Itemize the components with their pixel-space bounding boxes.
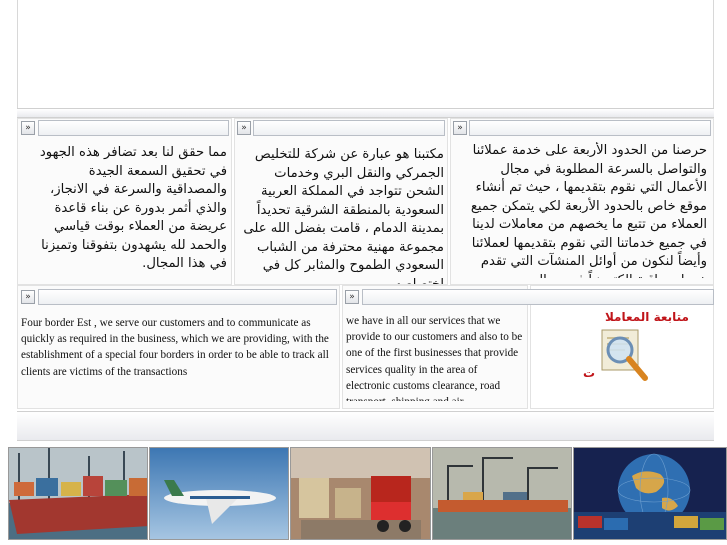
column-header-left [38,120,229,136]
english-text-middle: we have in all our services that we prov… [346,315,523,401]
lower-header-left [38,289,337,305]
tracking-title-suffix: ت [583,366,596,380]
expand-arrow-left[interactable]: » [21,121,35,135]
globe-containers-photo [573,447,727,540]
magnifier-icon [596,324,652,384]
expand-arrow-lower-middle[interactable]: » [345,290,359,304]
airplane-photo [149,447,289,540]
english-text-left: Four border Est , we serve our customers… [21,317,329,378]
warehouse-forklift-photo [290,447,431,540]
column-header-middle [253,120,445,136]
expand-arrow-right[interactable]: » [453,121,467,135]
arabic-text-right: حرصنا من الحدود الأربعة على خدمة عملائنا… [470,143,707,278]
tracking-title: متابعة المعاملا [604,310,689,324]
expand-arrow-middle[interactable]: » [237,121,251,135]
tracking-link[interactable]: متابعة المعاملا ت [540,306,710,406]
cargo-ship-photo [8,447,148,540]
lower-header-middle [362,289,714,305]
arabic-text-middle: مكتبنا هو عبارة عن شركة للتخليص الجمركي … [243,147,444,284]
bottom-band [17,411,714,441]
arabic-text-left: مما حقق لنا بعد تضافر هذه الجهود في تحقي… [39,145,227,271]
port-cranes-photo [432,447,572,540]
top-banner [17,0,714,108]
expand-arrow-lower-left[interactable]: » [21,290,35,304]
top-band [17,108,714,118]
column-header-right [469,120,711,136]
